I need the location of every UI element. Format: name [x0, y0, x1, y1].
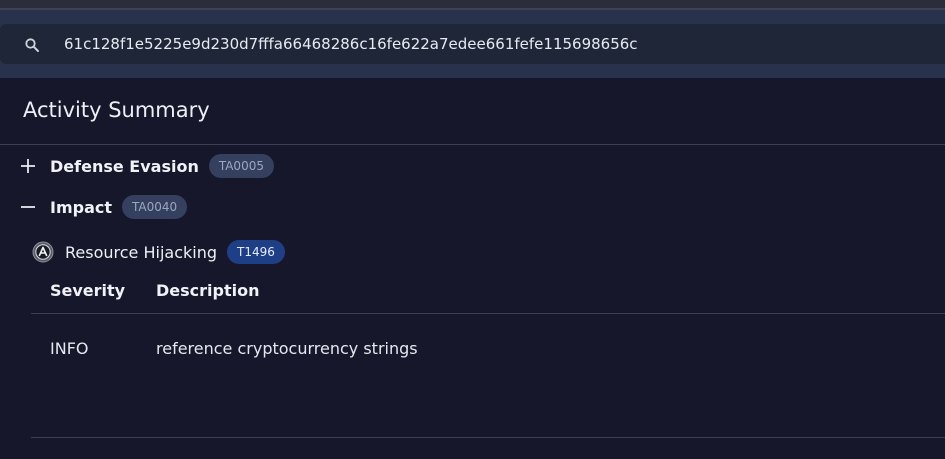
tactic-id-badge: TA0040: [122, 195, 188, 219]
minus-icon[interactable]: [18, 197, 38, 217]
tactic-name: Defense Evasion: [50, 156, 199, 176]
table-bottom-divider: [31, 437, 945, 438]
tactic-row-defense-evasion[interactable]: Defense Evasion TA0005: [18, 153, 274, 179]
technique-id-badge: T1496: [227, 240, 285, 264]
page-title: Activity Summary: [23, 98, 210, 122]
severity-column-header: Severity: [50, 281, 126, 300]
circle-a-logo-icon: [32, 241, 54, 263]
technique-name: Resource Hijacking: [65, 242, 217, 262]
window-top-strip: [0, 0, 945, 10]
severity-cell: INFO: [50, 339, 89, 358]
search-icon: [25, 38, 39, 52]
description-column-header: Description: [156, 281, 260, 300]
title-divider: [0, 144, 945, 145]
technique-row-resource-hijacking[interactable]: Resource Hijacking T1496: [32, 239, 285, 265]
table-header-divider: [31, 313, 945, 314]
plus-icon[interactable]: [18, 156, 38, 176]
tactic-name: Impact: [50, 197, 113, 217]
tactic-row-impact[interactable]: Impact TA0040: [18, 194, 188, 220]
search-bar[interactable]: [0, 24, 945, 64]
hash-search-input[interactable]: [64, 32, 924, 56]
description-cell: reference cryptocurrency strings: [156, 339, 418, 358]
tactic-id-badge: TA0005: [208, 154, 274, 178]
